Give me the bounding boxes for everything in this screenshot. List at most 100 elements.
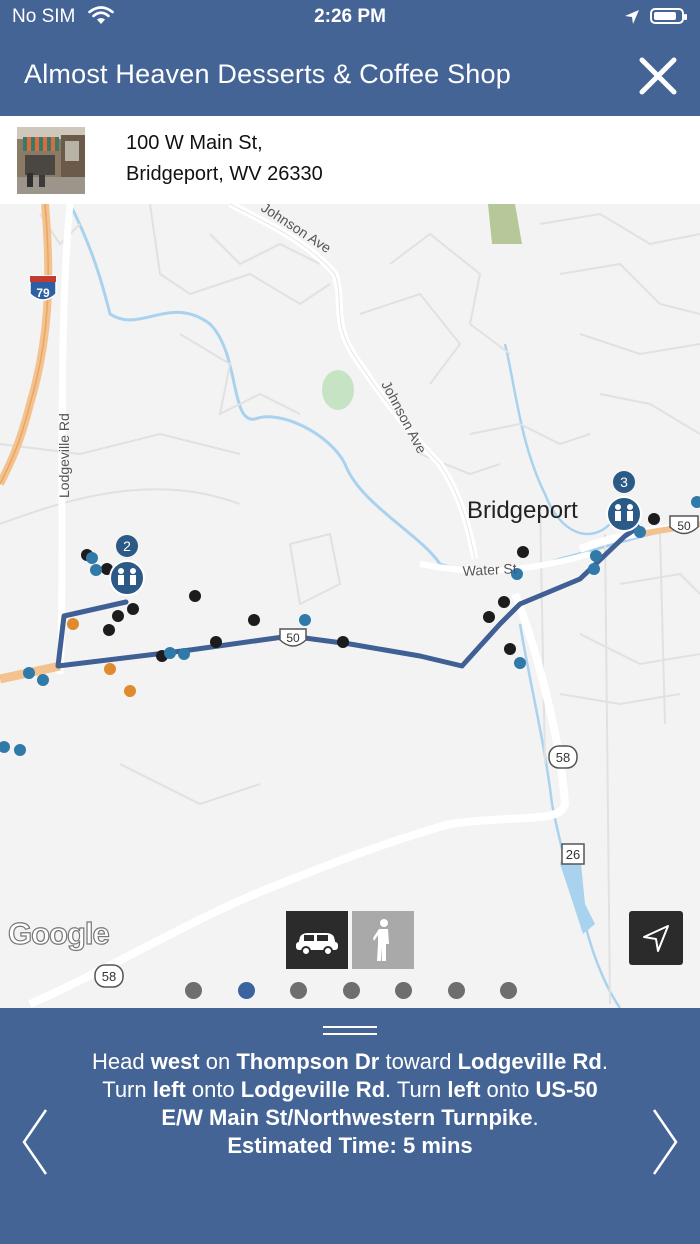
- poi-dot: [103, 624, 115, 636]
- pager-dot[interactable]: [395, 982, 412, 999]
- car-icon: [296, 933, 338, 956]
- pager-dot[interactable]: [290, 982, 307, 999]
- interstate-79: [0, 204, 53, 486]
- water-st-label: Water St: [462, 560, 517, 579]
- poi-dot: [164, 647, 176, 659]
- interstate-79-shield: 79: [29, 275, 57, 301]
- pager-dot[interactable]: [342, 982, 360, 999]
- marker-number: 2: [123, 538, 131, 554]
- header: Almost Heaven Desserts & Coffee Shop: [0, 34, 700, 116]
- shield-50-label: 50: [286, 631, 300, 645]
- poi-dot: [648, 513, 660, 525]
- poi-dot: [112, 610, 124, 622]
- route-26-shield: 26: [561, 843, 585, 865]
- address-line-2: Bridgeport, WV 26330: [126, 163, 323, 185]
- poi-dot: [337, 636, 349, 648]
- poi-dot: [0, 741, 10, 753]
- poi-dot: [37, 674, 49, 686]
- direction-segment: Head: [92, 1049, 151, 1074]
- poi-dot: [178, 648, 190, 660]
- poi-dot: [248, 614, 260, 626]
- streets: [0, 204, 700, 1005]
- navigation-arrow-icon: [643, 925, 669, 952]
- poi-dot: [517, 546, 529, 558]
- town-label: Bridgeport: [467, 497, 578, 524]
- recenter-location-button[interactable]: [629, 911, 683, 965]
- poi-dot: [483, 611, 495, 623]
- place-title: Almost Heaven Desserts & Coffee Shop: [24, 59, 511, 89]
- poi-dot: [590, 550, 602, 562]
- walk-mode-button[interactable]: [352, 911, 414, 969]
- google-logo: Google: [7, 915, 110, 951]
- park-area: [322, 370, 354, 410]
- direction-segment: onto: [480, 1077, 536, 1102]
- poi-dot: [104, 663, 116, 675]
- address-line-1: 100 W Main St,: [126, 132, 263, 154]
- johnson-ave-label: Johnson Ave: [378, 378, 430, 456]
- pager-dot[interactable]: [237, 982, 255, 999]
- step-pager: [0, 976, 700, 1006]
- direction-segment: . Turn: [385, 1077, 448, 1102]
- direction-emphasis: Thompson Dr: [236, 1049, 380, 1074]
- stop-marker-2: 2: [109, 535, 145, 596]
- battery-icon: [650, 8, 687, 24]
- estimated-time: Estimated Time: 5 mins: [227, 1133, 473, 1158]
- walk-icon: [373, 919, 389, 961]
- poi-dot: [127, 603, 139, 615]
- direction-segment: .: [532, 1105, 539, 1130]
- status-bar: No SIM 2:26 PM: [0, 0, 700, 34]
- close-icon[interactable]: [636, 54, 680, 98]
- us50-shield: 50: [669, 515, 699, 535]
- poi-dot: [514, 657, 526, 669]
- direction-text: Head west on Thompson Dr toward Lodgevil…: [80, 1048, 620, 1160]
- direction-emphasis: Lodgeville Rd: [240, 1077, 386, 1102]
- johnson-ave-road: [228, 204, 479, 560]
- pager-dot[interactable]: [185, 982, 202, 999]
- clock: 2:26 PM: [314, 6, 386, 27]
- previous-step-chevron-icon[interactable]: [18, 1106, 52, 1178]
- shield-58-label: 58: [556, 750, 570, 765]
- poi-dot: [210, 636, 222, 648]
- pager-dot[interactable]: [500, 982, 517, 999]
- route-map[interactable]: 79 50 50 58 58 26 2 3 Johnson Ave Johnso…: [0, 204, 700, 1008]
- directions-panel: Head west on Thompson Dr toward Lodgevil…: [0, 1008, 700, 1244]
- marker-number: 3: [620, 474, 628, 490]
- address-card: 100 W Main St, Bridgeport, WV 26330: [0, 116, 700, 204]
- stop-marker-3: 3: [606, 471, 642, 532]
- lodgeville-rd-label: Lodgeville Rd: [56, 413, 72, 498]
- location-services-icon: [625, 10, 639, 24]
- pager-dot[interactable]: [447, 982, 465, 999]
- poi-dot: [14, 744, 26, 756]
- poi-dot: [588, 563, 600, 575]
- poi-dot: [23, 667, 35, 679]
- poi-dot: [67, 618, 79, 630]
- next-step-chevron-icon[interactable]: [648, 1106, 682, 1178]
- shield-79-label: 79: [36, 286, 50, 300]
- direction-emphasis: left: [152, 1077, 186, 1102]
- place-photo: [17, 127, 85, 194]
- poi-dot: [189, 590, 201, 602]
- direction-segment: toward: [379, 1049, 458, 1074]
- poi-dot: [124, 685, 136, 697]
- shield-26-label: 26: [566, 847, 580, 862]
- poi-dot: [498, 596, 510, 608]
- poi-dot: [299, 614, 311, 626]
- wv58-shield: 58: [548, 745, 578, 769]
- us50-shield: 50: [279, 628, 307, 647]
- map-canvas: 79 50 50 58 58 26 2 3 Johnson Ave Johnso…: [0, 204, 700, 1008]
- park-area: [488, 204, 522, 244]
- shield-50-label: 50: [677, 519, 691, 533]
- direction-emphasis: west: [150, 1049, 200, 1074]
- johnson-ave-road: [229, 204, 476, 560]
- poi-dot: [90, 564, 102, 576]
- direction-segment: onto: [185, 1077, 241, 1102]
- drive-mode-button[interactable]: [286, 911, 348, 969]
- direction-emphasis: Lodgeville Rd: [457, 1049, 602, 1074]
- poi-dot: [634, 526, 646, 538]
- poi-dot: [691, 496, 700, 508]
- poi-dot: [504, 643, 516, 655]
- drag-handle[interactable]: [323, 1026, 377, 1038]
- direction-emphasis: left: [447, 1077, 481, 1102]
- poi-dot: [86, 552, 98, 564]
- direction-segment: on: [199, 1049, 237, 1074]
